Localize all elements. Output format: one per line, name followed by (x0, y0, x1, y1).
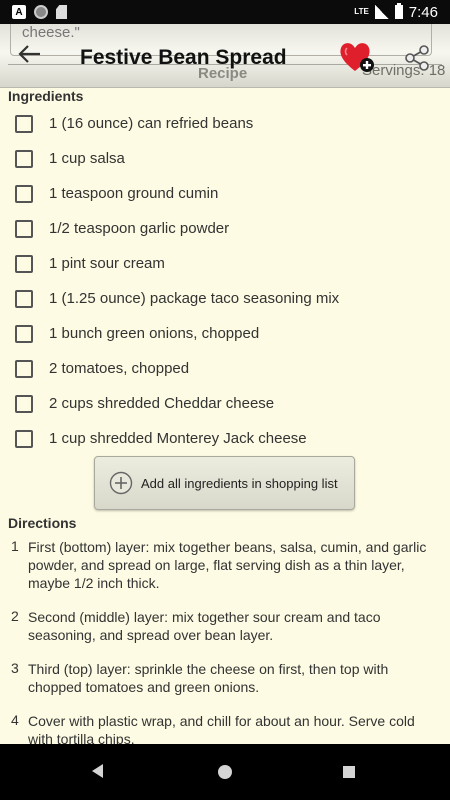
step-text: Second (middle) layer: mix together sour… (28, 609, 381, 643)
ingredient-label: 1 (1.25 ounce) package taco seasoning mi… (49, 290, 340, 307)
ingredient-label: 2 cups shredded Cheddar cheese (49, 395, 275, 412)
ingredient-label: 1 cup salsa (49, 150, 125, 167)
ingredient-item[interactable]: 1 (1.25 ounce) package taco seasoning mi… (0, 281, 450, 316)
step-number: 1 (11, 538, 19, 554)
ingredient-checkbox[interactable] (15, 149, 33, 168)
ingredient-item[interactable]: 1 bunch green onions, chopped (0, 316, 450, 351)
overlapped-text: cheese." (22, 24, 80, 41)
ingredient-label: 1 (16 ounce) can refried beans (49, 115, 254, 132)
ingredient-item[interactable]: 2 tomatoes, chopped (0, 351, 450, 386)
heart-add-favorite-icon[interactable] (338, 40, 376, 74)
step-text: Third (top) layer: sprinkle the cheese o… (28, 661, 389, 695)
nav-recents-icon[interactable] (343, 766, 355, 778)
system-nav-bar (0, 744, 450, 800)
recipe-content[interactable]: Ingredients 1 (16 ounce) can refried bea… (0, 88, 450, 744)
page-title: Festive Bean Spread (80, 46, 287, 69)
network-type-label: LTE (354, 7, 369, 16)
sd-card-icon (56, 5, 67, 19)
status-bar: A LTE 7:46 (0, 0, 450, 24)
app-notification-icon: A (12, 5, 26, 19)
ingredients-list: 1 (16 ounce) can refried beans 1 cup sal… (0, 106, 450, 456)
ingredient-item[interactable]: 1 teaspoon ground cumin (0, 176, 450, 211)
ingredient-checkbox[interactable] (15, 359, 33, 378)
ingredient-checkbox[interactable] (15, 184, 33, 203)
direction-step: 2 Second (middle) layer: mix together so… (0, 608, 450, 644)
step-number: 4 (11, 712, 19, 728)
ingredient-checkbox[interactable] (15, 429, 33, 448)
directions-list: 1 First (bottom) layer: mix together bea… (0, 538, 450, 744)
clock: 7:46 (408, 3, 438, 21)
ingredient-checkbox[interactable] (15, 324, 33, 343)
add-to-shopping-list-label: Add all ingredients in shopping list (141, 475, 338, 491)
ingredient-item[interactable]: 1 cup salsa (0, 141, 450, 176)
direction-step: 4 Cover with plastic wrap, and chill for… (0, 712, 450, 744)
add-circle-icon (109, 471, 133, 495)
step-number: 3 (11, 660, 19, 676)
ingredient-item[interactable]: 1 pint sour cream (0, 246, 450, 281)
status-bar-right: LTE 7:46 (354, 3, 438, 21)
ingredient-item[interactable]: 1 cup shredded Monterey Jack cheese (0, 421, 450, 456)
directions-heading: Directions (8, 515, 77, 531)
ingredient-checkbox[interactable] (15, 289, 33, 308)
share-icon[interactable] (404, 44, 430, 72)
step-text: First (bottom) layer: mix together beans… (28, 539, 427, 591)
nav-home-icon[interactable] (218, 765, 232, 779)
ingredient-label: 1 teaspoon ground cumin (49, 185, 219, 202)
step-number: 2 (11, 608, 19, 624)
ingredient-checkbox[interactable] (15, 254, 33, 273)
back-arrow-icon[interactable] (16, 40, 44, 68)
ingredient-label: 1 cup shredded Monterey Jack cheese (49, 430, 307, 447)
app-header: cheese." Festive Bean Spread Recipe Serv… (0, 24, 450, 88)
page-subtitle: Recipe (198, 65, 248, 82)
ingredient-label: 1 pint sour cream (49, 255, 165, 272)
ingredient-label: 2 tomatoes, chopped (49, 360, 190, 377)
direction-step: 1 First (bottom) layer: mix together bea… (0, 538, 450, 592)
circle-icon (34, 5, 48, 19)
ingredient-label: 1 bunch green onions, chopped (49, 325, 260, 342)
step-text: Cover with plastic wrap, and chill for a… (28, 713, 415, 744)
battery-icon (394, 3, 403, 19)
status-bar-left: A (12, 5, 67, 19)
nav-back-icon[interactable] (92, 764, 103, 778)
signal-icon (374, 5, 389, 19)
ingredients-heading: Ingredients (8, 88, 84, 104)
ingredient-checkbox[interactable] (15, 394, 33, 413)
ingredient-item[interactable]: 2 cups shredded Cheddar cheese (0, 386, 450, 421)
ingredient-item[interactable]: 1 (16 ounce) can refried beans (0, 106, 450, 141)
ingredient-checkbox[interactable] (15, 219, 33, 238)
ingredient-item[interactable]: 1/2 teaspoon garlic powder (0, 211, 450, 246)
add-to-shopping-list-button[interactable]: Add all ingredients in shopping list (94, 456, 355, 510)
direction-step: 3 Third (top) layer: sprinkle the cheese… (0, 660, 450, 696)
ingredient-label: 1/2 teaspoon garlic powder (49, 220, 230, 237)
ingredient-checkbox[interactable] (15, 114, 33, 133)
